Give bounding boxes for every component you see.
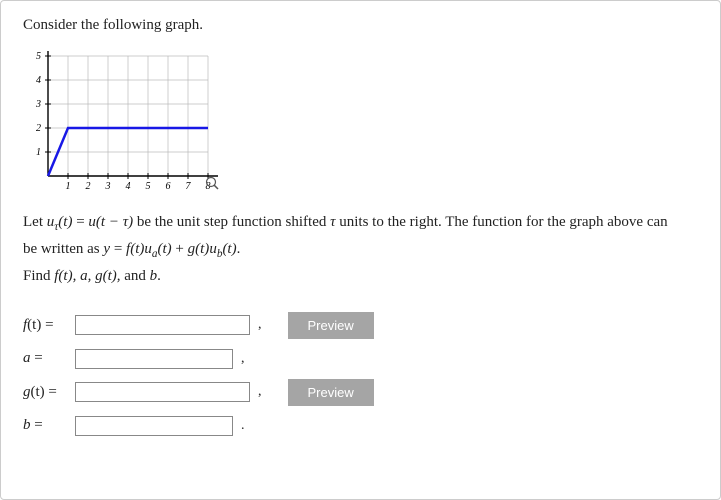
- ua: u: [144, 241, 152, 257]
- label-ft: f(t) =: [23, 317, 67, 334]
- eqb: =: [31, 417, 43, 433]
- svg-text:5: 5: [146, 181, 151, 192]
- ubarg: (t): [222, 241, 236, 257]
- input-ft[interactable]: [75, 315, 250, 335]
- row-b: b = .: [23, 416, 698, 436]
- problem-container: Consider the following graph. 12345678 1…: [0, 0, 721, 500]
- label-b: b =: [23, 417, 67, 434]
- p2: .: [157, 268, 161, 284]
- eqa: =: [31, 350, 43, 366]
- u2: u: [88, 214, 96, 230]
- lb: b: [23, 417, 31, 433]
- desc-line3: Find f(t), a, g(t), and b.: [23, 268, 161, 284]
- preview-button-ft[interactable]: Preview: [288, 312, 374, 339]
- lg: g: [23, 384, 31, 400]
- svg-text:3: 3: [105, 181, 111, 192]
- grid: [48, 56, 208, 176]
- svg-text:4: 4: [36, 75, 41, 86]
- comma3: ,: [258, 384, 262, 400]
- label-a: a =: [23, 350, 67, 367]
- and: and: [124, 268, 149, 284]
- input-b[interactable]: [75, 416, 233, 436]
- svg-text:1: 1: [66, 181, 71, 192]
- svg-text:6: 6: [166, 181, 171, 192]
- row-gt: g(t) = , Preview: [23, 379, 698, 406]
- row-ft: f(t) = , Preview: [23, 312, 698, 339]
- label-gt: g(t) =: [23, 384, 67, 401]
- lga: (t): [31, 384, 45, 400]
- la: a: [23, 350, 31, 366]
- desc-text: Let uτ(t) = u(t − τ) be the unit step fu…: [23, 214, 668, 230]
- uaarg: (t): [158, 241, 172, 257]
- eqf: =: [41, 317, 53, 333]
- eq2: =: [110, 241, 126, 257]
- svg-text:2: 2: [86, 181, 91, 192]
- preview-button-gt[interactable]: Preview: [288, 379, 374, 406]
- svg-text:1: 1: [36, 147, 41, 158]
- t3: units to the right. The function for the…: [336, 214, 668, 230]
- plus: +: [172, 241, 188, 257]
- svg-text:7: 7: [186, 181, 192, 192]
- svg-text:3: 3: [35, 99, 41, 110]
- t2: be the unit step function shifted: [133, 214, 330, 230]
- svg-text:2: 2: [36, 123, 41, 134]
- t4: be written as: [23, 241, 103, 257]
- eq: =: [72, 214, 88, 230]
- eqg: =: [45, 384, 57, 400]
- graph-svg: 12345678 12345: [23, 46, 223, 196]
- comma1: ,: [258, 317, 262, 333]
- comma2: ,: [241, 351, 245, 367]
- ftarg: (t): [130, 241, 144, 257]
- input-gt[interactable]: [75, 382, 250, 402]
- description: Let uτ(t) = u(t − τ) be the unit step fu…: [23, 210, 698, 290]
- arg: (t): [58, 214, 72, 230]
- graph: 12345678 12345: [23, 46, 698, 196]
- t: Let: [23, 214, 47, 230]
- prompt-text: Consider the following graph.: [23, 17, 698, 34]
- lfa: (t): [27, 317, 41, 333]
- arg2: (t − τ): [96, 214, 133, 230]
- answer-block: f(t) = , Preview a = , g(t) = , Preview …: [23, 312, 698, 436]
- ub: u: [209, 241, 217, 257]
- period-b: .: [241, 418, 245, 434]
- gtarg: (t): [195, 241, 209, 257]
- input-a[interactable]: [75, 349, 233, 369]
- list: f(t), a, g(t),: [54, 268, 124, 284]
- p1: .: [237, 241, 241, 257]
- svg-text:5: 5: [36, 51, 41, 62]
- t5: Find: [23, 268, 54, 284]
- row-a: a = ,: [23, 349, 698, 369]
- desc-line2: be written as y = f(t)ua(t) + g(t)ub(t).: [23, 241, 240, 257]
- svg-text:4: 4: [126, 181, 131, 192]
